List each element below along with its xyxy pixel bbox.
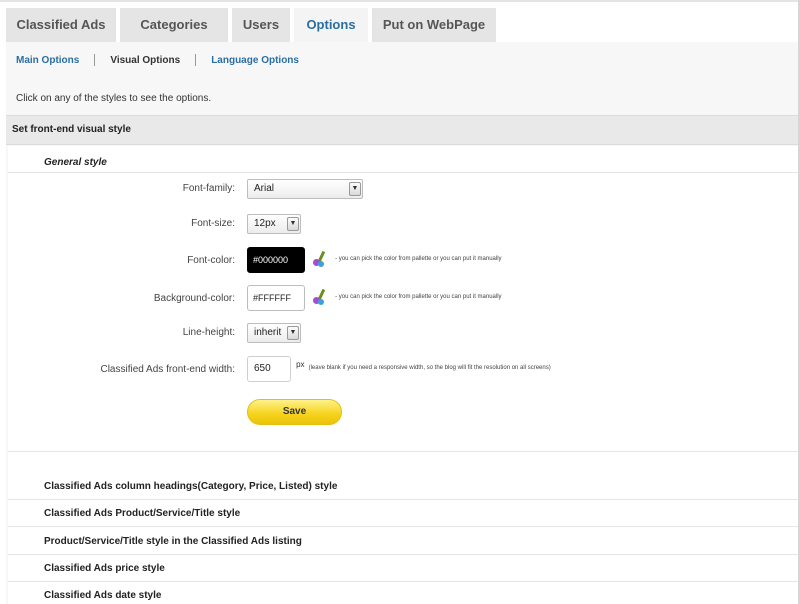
divider xyxy=(8,172,798,173)
main-tabs: Classified Ads Categories Users Options … xyxy=(6,8,500,44)
section-column-headings-style[interactable]: Classified Ads column headings(Category,… xyxy=(8,473,798,500)
line-height-select[interactable]: inherit ▼ xyxy=(247,323,301,343)
font-color-input[interactable]: #000000 xyxy=(247,247,305,273)
width-unit: px xyxy=(296,360,305,369)
save-button[interactable]: Save xyxy=(247,399,342,425)
tab-put-on-webpage[interactable]: Put on WebPage xyxy=(372,8,496,42)
frontend-width-input[interactable]: 650 xyxy=(247,356,291,382)
font-family-row: Font-family: Arial ▼ xyxy=(0,179,800,203)
section-header-visual-style[interactable]: Set front-end visual style xyxy=(6,115,798,145)
subnav-divider xyxy=(195,54,197,66)
background-color-hint: - you can pick the color from pallette o… xyxy=(335,294,502,300)
tab-classified-ads[interactable]: Classified Ads xyxy=(6,8,116,42)
language-options-link[interactable]: Language Options xyxy=(211,55,299,66)
visual-options-link[interactable]: Visual Options xyxy=(110,55,180,66)
section-label: Classified Ads date style xyxy=(44,590,162,601)
background-color-input[interactable]: #FFFFFF xyxy=(247,285,305,311)
color-palette-icon[interactable] xyxy=(312,250,328,267)
line-height-row: Line-height: inherit ▼ xyxy=(0,323,800,347)
section-date-style[interactable]: Classified Ads date style xyxy=(8,582,798,604)
font-color-row: Font-color: #000000 - you can pick the c… xyxy=(0,247,800,275)
chevron-down-icon: ▼ xyxy=(349,182,361,196)
general-style-heading[interactable]: General style xyxy=(44,157,107,168)
font-color-hint: - you can pick the color from pallette o… xyxy=(335,256,502,262)
font-family-value: Arial xyxy=(254,183,275,194)
frontend-width-hint: (leave blank if you need a responsive wi… xyxy=(308,365,551,371)
section-label: Classified Ads Product/Service/Title sty… xyxy=(44,508,241,519)
main-options-link[interactable]: Main Options xyxy=(16,55,79,66)
tab-categories[interactable]: Categories xyxy=(120,8,228,42)
chevron-down-icon: ▼ xyxy=(287,326,299,340)
intro-text: Click on any of the styles to see the op… xyxy=(16,93,212,104)
font-size-label: Font-size: xyxy=(191,218,235,229)
top-border xyxy=(0,0,800,2)
line-height-label: Line-height: xyxy=(182,327,235,338)
options-subnav: Main Options Visual Options Language Opt… xyxy=(16,54,299,66)
font-size-value: 12px xyxy=(254,218,276,229)
frontend-width-row: Classified Ads front-end width: 650 px (… xyxy=(0,356,800,384)
font-size-select[interactable]: 12px ▼ xyxy=(247,214,301,234)
section-label: Classified Ads column headings(Category,… xyxy=(44,481,338,492)
chevron-down-icon: ▼ xyxy=(287,217,299,231)
section-label: Classified Ads price style xyxy=(44,563,165,574)
section-label: Product/Service/Title style in the Class… xyxy=(44,536,302,547)
font-size-row: Font-size: 12px ▼ xyxy=(0,214,800,238)
frontend-width-label: Classified Ads front-end width: xyxy=(100,364,235,375)
background-color-label: Background-color: xyxy=(153,293,235,304)
line-height-value: inherit xyxy=(254,327,282,338)
font-family-select[interactable]: Arial ▼ xyxy=(247,179,363,199)
section-product-title-style[interactable]: Classified Ads Product/Service/Title sty… xyxy=(8,500,798,527)
font-family-label: Font-family: xyxy=(182,183,235,194)
color-palette-icon[interactable] xyxy=(312,288,328,305)
tab-options[interactable]: Options xyxy=(294,8,368,44)
background-color-row: Background-color: #FFFFFF - you can pick… xyxy=(0,285,800,313)
section-price-style[interactable]: Classified Ads price style xyxy=(8,555,798,582)
section-listing-title-style[interactable]: Product/Service/Title style in the Class… xyxy=(8,528,798,555)
tab-users[interactable]: Users xyxy=(232,8,290,42)
subnav-divider xyxy=(94,54,96,66)
font-color-label: Font-color: xyxy=(187,255,235,266)
